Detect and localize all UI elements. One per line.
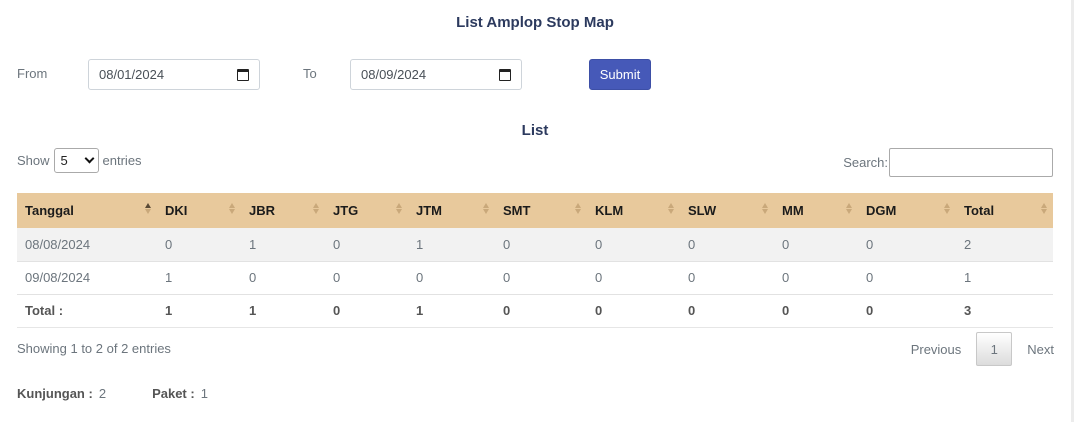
search-input[interactable] xyxy=(889,148,1053,177)
table-cell: 0 xyxy=(680,261,774,295)
show-label: Show xyxy=(17,153,50,168)
search-label: Search: xyxy=(843,155,888,170)
from-label: From xyxy=(17,66,48,81)
sort-icon xyxy=(396,203,402,214)
column-header-klm[interactable]: KLM xyxy=(587,193,680,228)
entries-length-control: Show 5 entries xyxy=(17,148,142,173)
column-header-smt[interactable]: SMT xyxy=(495,193,587,228)
table-cell: 0 xyxy=(587,228,680,262)
sort-icon xyxy=(1041,203,1047,214)
to-date-input[interactable]: 08/09/2024 xyxy=(350,59,522,90)
from-date-input[interactable]: 08/01/2024 xyxy=(88,59,260,90)
sort-icon xyxy=(313,203,319,214)
table-cell: 0 xyxy=(241,261,325,295)
footer-cell: 0 xyxy=(325,293,408,328)
column-header-mm[interactable]: MM xyxy=(774,193,858,228)
footer-cell: 1 xyxy=(408,293,495,328)
column-header-dgm[interactable]: DGM xyxy=(858,193,956,228)
table-cell: 0 xyxy=(680,228,774,262)
table-cell: 1 xyxy=(956,261,1053,295)
submit-button[interactable]: Submit xyxy=(589,59,651,90)
footer-cell: Total : xyxy=(17,293,157,328)
table-cell: 0 xyxy=(325,228,408,262)
column-header-dki[interactable]: DKI xyxy=(157,193,241,228)
entries-select-value: 5 xyxy=(60,153,68,168)
table-cell: 0 xyxy=(157,228,241,262)
chevron-down-icon xyxy=(84,153,94,164)
next-button[interactable]: Next xyxy=(1027,342,1054,357)
table-cell: 0 xyxy=(408,261,495,295)
footer-cell: 0 xyxy=(774,293,858,328)
search-control: Search: xyxy=(843,148,1053,177)
table-info: Showing 1 to 2 of 2 entries xyxy=(17,341,171,356)
entries-label: entries xyxy=(102,153,142,168)
column-header-jtm[interactable]: JTM xyxy=(408,193,495,228)
table-cell: 09/08/2024 xyxy=(17,261,157,295)
footer-cell: 0 xyxy=(587,293,680,328)
footer-cell: 0 xyxy=(680,293,774,328)
page-title: List Amplop Stop Map xyxy=(456,14,614,31)
table-cell: 0 xyxy=(858,261,956,295)
table-cell: 2 xyxy=(956,228,1053,262)
page-button-1[interactable]: 1 xyxy=(976,332,1013,366)
to-label: To xyxy=(303,66,317,81)
table-cell: 0 xyxy=(495,228,587,262)
table-cell: 0 xyxy=(587,261,680,295)
sort-icon xyxy=(762,203,768,214)
sort-icon xyxy=(668,203,674,214)
calendar-icon[interactable] xyxy=(499,68,511,81)
sort-icon xyxy=(229,203,235,214)
table-cell: 1 xyxy=(157,261,241,295)
table-footer-row: Total : 1 1 0 1 0 0 0 0 0 3 xyxy=(17,293,1053,328)
table-row: 08/08/2024 0 1 0 1 0 0 0 0 0 2 xyxy=(17,228,1053,262)
sort-icon xyxy=(846,203,852,214)
previous-button[interactable]: Previous xyxy=(911,342,962,357)
paket-value: 1 xyxy=(200,386,208,401)
calendar-icon[interactable] xyxy=(237,68,249,81)
footer-cell: 1 xyxy=(157,293,241,328)
column-header-tanggal[interactable]: Tanggal xyxy=(17,193,157,228)
footer-cell: 1 xyxy=(241,293,325,328)
footer-cell: 0 xyxy=(495,293,587,328)
column-header-jtg[interactable]: JTG xyxy=(325,193,408,228)
table-cell: 1 xyxy=(408,228,495,262)
table-row: 09/08/2024 1 0 0 0 0 0 0 0 0 1 xyxy=(17,261,1053,295)
data-table: Tanggal DKI JBR JTG JTM SMT KLM SLW MM D… xyxy=(17,193,1053,328)
column-header-total[interactable]: Total xyxy=(956,193,1053,228)
sort-icon xyxy=(575,203,581,214)
table-cell: 0 xyxy=(858,228,956,262)
column-header-slw[interactable]: SLW xyxy=(680,193,774,228)
table-cell: 0 xyxy=(774,261,858,295)
footer-cell: 3 xyxy=(956,293,1053,328)
entries-select[interactable]: 5 xyxy=(53,148,99,173)
pagination: Previous 1 Next xyxy=(911,332,1054,366)
sort-icon xyxy=(483,203,489,214)
kunjungan-value: 2 xyxy=(98,386,107,401)
table-cell: 1 xyxy=(241,228,325,262)
table-cell: 0 xyxy=(495,261,587,295)
footer-cell: 0 xyxy=(858,293,956,328)
list-title: List xyxy=(521,122,549,139)
sort-icon xyxy=(145,203,151,214)
paket-label: Paket : xyxy=(152,386,195,401)
table-cell: 0 xyxy=(325,261,408,295)
column-header-jbr[interactable]: JBR xyxy=(241,193,325,228)
sort-icon xyxy=(944,203,950,214)
summary: Kunjungan : 2 Paket : 1 xyxy=(17,386,208,401)
table-cell: 08/08/2024 xyxy=(17,228,157,262)
table-header-row: Tanggal DKI JBR JTG JTM SMT KLM SLW MM D… xyxy=(17,193,1053,228)
to-date-value: 08/09/2024 xyxy=(361,67,427,82)
table-cell: 0 xyxy=(774,228,858,262)
kunjungan-label: Kunjungan : xyxy=(17,386,93,401)
from-date-value: 08/01/2024 xyxy=(99,67,165,82)
